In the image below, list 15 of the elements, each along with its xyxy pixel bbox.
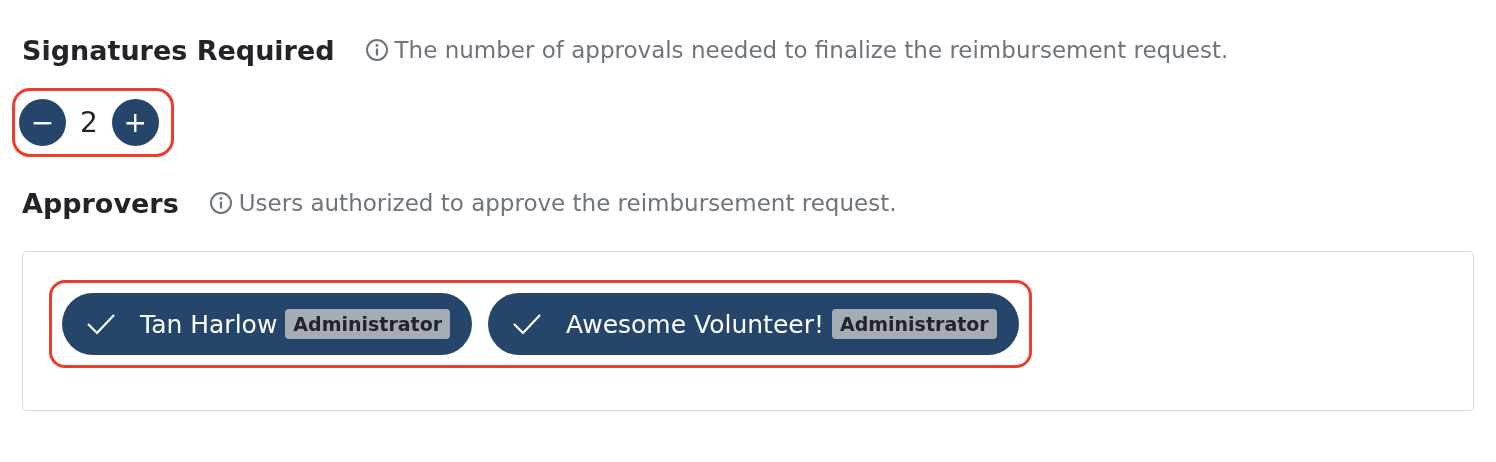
section-title: Approvers (22, 187, 179, 219)
decrement-button[interactable]: − (19, 99, 66, 146)
help-text: The number of approvals needed to finalize the reimbursement request. (394, 37, 1229, 63)
check-icon (512, 312, 543, 336)
role-badge: Administrator (831, 309, 997, 339)
approver-chip[interactable]: Tan Harlow Administrator (62, 293, 473, 355)
check-icon (86, 312, 116, 336)
increment-button[interactable]: + (111, 99, 159, 146)
role-badge: Administrator (285, 309, 451, 339)
info-icon (208, 191, 233, 215)
info-icon (364, 38, 389, 62)
approver-chip[interactable]: Awesome Volunteer! Administrator (488, 293, 1019, 355)
help-text: Users authorized to approve the reimbursement request. (238, 190, 897, 216)
section-title: Signatures Required (22, 34, 335, 66)
count-value: 2 (80, 106, 98, 139)
